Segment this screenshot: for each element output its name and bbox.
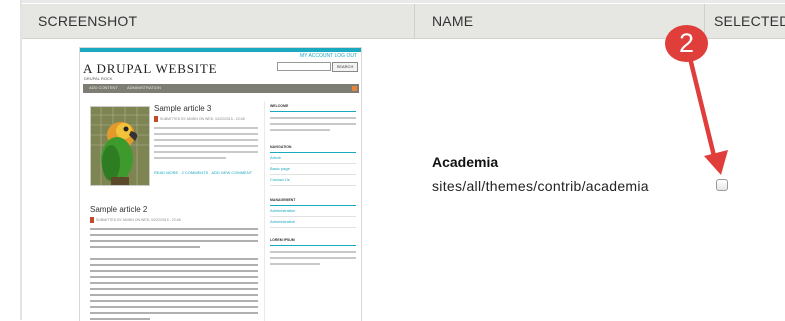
text-line (154, 151, 258, 153)
thumbnail-top-links: MY ACCOUNT LOG OUT (299, 53, 357, 59)
sidebar-rule (270, 111, 356, 112)
text-line (90, 294, 258, 296)
theme-name: Academia (432, 154, 499, 170)
text-line (90, 312, 258, 314)
text-line (154, 145, 258, 147)
sidebar-heading: NAVIGATION (270, 145, 292, 149)
text-line (90, 306, 258, 308)
sidebar-rule (270, 152, 356, 153)
text-line (90, 276, 258, 278)
column-header-selected: SELECTED (714, 13, 785, 29)
author-icon (90, 217, 94, 223)
author-icon (154, 116, 158, 122)
text-line (270, 251, 356, 253)
sidebar-divider (270, 227, 356, 228)
theme-table: SCREENSHOT NAME SELECTED MY ACCOUNT LOG … (0, 0, 785, 321)
thumbnail-main-content: Sample article 3 SUBMITTED BY ADMIN ON W… (84, 101, 265, 321)
sidebar-divider (270, 216, 356, 217)
sidebar-divider (270, 185, 356, 186)
text-line (90, 288, 258, 290)
text-line (90, 246, 200, 248)
sidebar-link: Basic page (270, 166, 290, 171)
text-line (270, 123, 356, 125)
thumbnail-link: ADD NEW COMMENT (211, 170, 253, 175)
text-line (270, 263, 320, 265)
column-header-screenshot: SCREENSHOT (38, 13, 138, 29)
text-line (154, 127, 258, 129)
text-line (90, 228, 258, 230)
thumbnail-site-title: A DRUPAL WEBSITE (83, 61, 218, 76)
text-line (270, 117, 356, 119)
thumbnail-search-button: SEARCH (332, 62, 358, 72)
thumbnail-article-title: Sample article 2 (90, 205, 148, 214)
thumbnail-top-bar (80, 48, 361, 52)
text-line (90, 282, 258, 284)
thumbnail-nav-item: ADMINISTRATION (127, 85, 161, 90)
thumbnail-nav-bar: ADD CONTENT ADMINISTRATION (83, 84, 359, 93)
thumbnail-article-meta: SUBMITTED BY ADMIN ON WED, 04/22/2015 - … (96, 218, 181, 222)
text-line (154, 139, 258, 141)
sidebar-link: Contact Us (270, 177, 290, 182)
thumbnail-search-input (277, 62, 331, 71)
theme-path: sites/all/themes/contrib/academia (432, 178, 649, 194)
annotation-step-badge: 2 (665, 25, 708, 62)
text-line (154, 157, 226, 159)
sidebar-divider (270, 163, 356, 164)
sidebar-heading: WELCOME (270, 104, 289, 108)
text-line (90, 270, 258, 272)
text-line (90, 234, 258, 236)
thumbnail-nav-item: ADD CONTENT (89, 85, 118, 90)
text-line (90, 258, 258, 260)
thumbnail-article-title: Sample article 3 (154, 104, 212, 113)
sidebar-link: Article (270, 155, 282, 160)
theme-screenshot-thumbnail: MY ACCOUNT LOG OUT A DRUPAL WEBSITE DRUP… (79, 47, 362, 321)
thumbnail-article-meta: SUBMITTED BY ADMIN ON WED, 04/22/2015 - … (160, 117, 245, 121)
rss-icon (352, 86, 357, 91)
sidebar-rule (270, 205, 356, 206)
column-divider (414, 4, 415, 38)
sidebar-divider (270, 174, 356, 175)
text-line (270, 129, 330, 131)
sidebar-heading: MANAGEMENT (270, 198, 296, 202)
column-header-name: NAME (432, 13, 474, 29)
parrot-image (90, 106, 150, 186)
text-line (90, 240, 258, 242)
sidebar-link: Administration (270, 208, 296, 213)
parrot-illustration (91, 107, 149, 185)
text-line (90, 264, 258, 266)
table-left-border (20, 0, 22, 320)
text-line (90, 300, 258, 302)
thumbnail-link: 2 COMMENTS (181, 170, 209, 175)
thumbnail-slogan: DRUPAL ROCK (84, 76, 113, 81)
sidebar-heading: LOREM IPSUM (270, 238, 295, 242)
thumbnail-article-links: READ MORE 2 COMMENTS ADD NEW COMMENT (154, 170, 252, 175)
thumbnail-sidebar: WELCOME NAVIGATION Article Basic page Co… (270, 104, 356, 319)
text-line (270, 257, 356, 259)
table-top-strip (22, 0, 785, 3)
text-line (154, 133, 258, 135)
theme-select-checkbox[interactable] (716, 179, 728, 191)
thumbnail-link: READ MORE (154, 170, 179, 175)
sidebar-link: Administrative (270, 219, 296, 224)
sidebar-rule (270, 245, 356, 246)
